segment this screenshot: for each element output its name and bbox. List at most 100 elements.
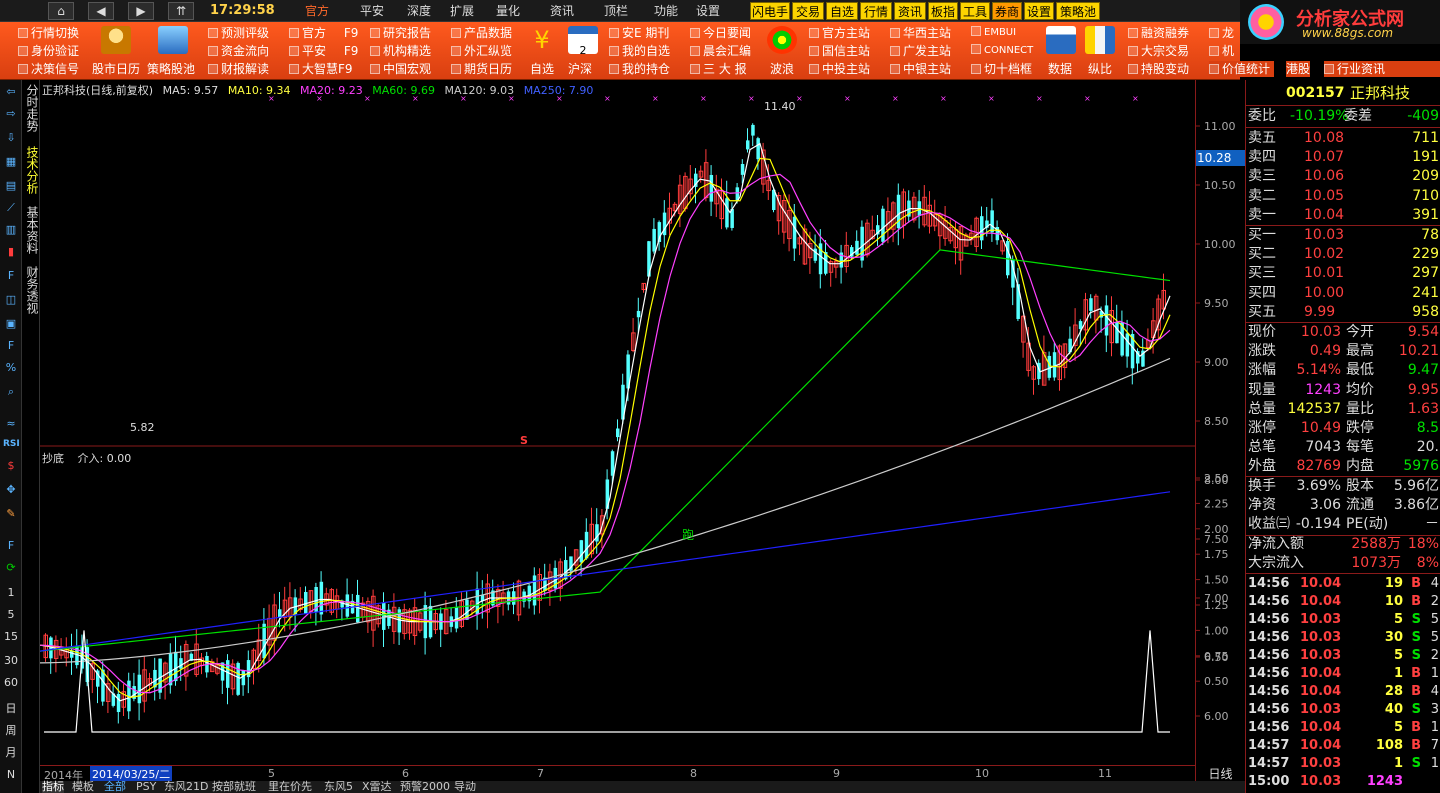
- tb-guoxinzhuzhan[interactable]: 国信主站: [809, 43, 870, 59]
- menu-kuozhan[interactable]: 扩展: [450, 3, 474, 19]
- menu-gongneng[interactable]: 功能: [654, 3, 678, 19]
- tb-caibaojiedu[interactable]: 财报解读: [208, 61, 269, 77]
- table-icon[interactable]: ▤: [3, 178, 19, 194]
- tb-guanfangzhuzhan[interactable]: 官方主站: [809, 25, 870, 41]
- tb-huaxizhuzhan[interactable]: 华西主站: [890, 25, 951, 41]
- menu-shezhi[interactable]: 设置: [696, 3, 720, 19]
- candle-icon[interactable]: ▥: [3, 222, 19, 238]
- tb-yanjiubaogao[interactable]: 研究报告: [370, 25, 431, 41]
- tb-long[interactable]: 龙: [1209, 25, 1234, 41]
- fib-icon[interactable]: F: [3, 268, 19, 284]
- tb-hangqingqiehuan[interactable]: 行情切换: [18, 25, 79, 41]
- f5-icon[interactable]: F: [3, 538, 19, 554]
- refresh-icon[interactable]: ⟳: [3, 560, 19, 576]
- tab-lizaijiaxian[interactable]: 里在价先: [268, 781, 312, 793]
- quick-shandianshou[interactable]: 闪电手: [750, 2, 790, 20]
- arrow-left-icon[interactable]: ⇦: [3, 84, 19, 100]
- tb-wodechicang[interactable]: 我的持仓: [609, 61, 670, 77]
- fibonacci-icon[interactable]: F: [3, 338, 19, 354]
- tb-sandabao[interactable]: 三 大 报: [690, 61, 747, 77]
- tb-shenfenyanzheng[interactable]: 身份验证: [18, 43, 79, 59]
- tb-wodezixuan[interactable]: 我的自选: [609, 43, 670, 59]
- tb-anEqikan[interactable]: 安E 期刊: [609, 25, 669, 41]
- quick-jiaoyi[interactable]: 交易: [792, 2, 824, 20]
- quick-banzhi[interactable]: 板指: [928, 2, 958, 20]
- tb-pingan[interactable]: 平安 F9: [289, 43, 358, 59]
- tb-rongzirongquan[interactable]: 融资融券: [1128, 25, 1189, 41]
- tb-embui[interactable]: EMBUI: [971, 25, 1016, 41]
- top-button[interactable]: ⇈: [168, 2, 194, 20]
- tab-psy[interactable]: PSY: [136, 781, 156, 793]
- period-n[interactable]: N: [0, 768, 22, 781]
- tab-jishufenxi[interactable]: 技术分析: [24, 146, 39, 194]
- move-icon[interactable]: ✥: [3, 482, 19, 498]
- tb-qieshidangkuang[interactable]: 切十档框: [971, 61, 1032, 77]
- tb-jigoujingxuan[interactable]: 机构精选: [370, 43, 431, 59]
- tb-shuju[interactable]: 数据: [1048, 61, 1072, 77]
- tb-jinriyaowen[interactable]: 今日要闻: [690, 25, 751, 41]
- tb-chanpinshuju[interactable]: 产品数据: [451, 25, 512, 41]
- tb-waihuizonglan[interactable]: 外汇纵览: [451, 43, 512, 59]
- quick-quanshang[interactable]: 券商: [992, 2, 1022, 20]
- tb-connect[interactable]: CONNECT: [971, 43, 1033, 59]
- tb-jiazhitongji[interactable]: 价值统计: [1209, 61, 1275, 77]
- period-30[interactable]: 30: [0, 654, 22, 667]
- tab-daodong[interactable]: 导动: [454, 781, 476, 793]
- forward-button[interactable]: ▶: [128, 2, 154, 20]
- quick-hangqing[interactable]: 行情: [860, 2, 892, 20]
- tab-yujing2000[interactable]: 预警2000: [400, 781, 450, 793]
- tb-celuegupool[interactable]: 策略股池: [147, 61, 195, 77]
- period-day[interactable]: 日: [0, 700, 22, 716]
- box-icon[interactable]: ◫: [3, 292, 19, 308]
- bar-chart-icon[interactable]: ▮: [3, 244, 19, 260]
- period-15[interactable]: 15: [0, 630, 22, 643]
- tb-chigubiandong[interactable]: 持股变动: [1128, 61, 1189, 77]
- menu-zixun[interactable]: 资讯: [550, 3, 574, 19]
- tb-bolang[interactable]: 波浪: [770, 61, 794, 77]
- quick-celuechi[interactable]: 策略池: [1056, 2, 1100, 20]
- tab-jibenziliao[interactable]: 基本资料: [24, 206, 39, 254]
- period-5[interactable]: 5: [0, 608, 22, 621]
- pencil-icon[interactable]: ✎: [3, 506, 19, 522]
- tb-qihuorili[interactable]: 期货日历: [451, 61, 512, 77]
- tb-dazongjiaoyi[interactable]: 大宗交易: [1128, 43, 1189, 59]
- tab-xleida[interactable]: X雷达: [362, 781, 392, 793]
- tb-guangfazhuzhan[interactable]: 广发主站: [890, 43, 951, 59]
- tb-zixuan[interactable]: 自选: [530, 61, 554, 77]
- dollar-icon[interactable]: $: [3, 458, 19, 474]
- tb-zhongtouzhuzhan[interactable]: 中投主站: [809, 61, 870, 77]
- tab-quanbu[interactable]: 全部: [104, 781, 126, 793]
- tab-fenshizoushi[interactable]: 分时走势: [24, 84, 39, 132]
- tb-juecexinhao[interactable]: 决策信号: [18, 61, 79, 77]
- arrow-right-icon[interactable]: ⇨: [3, 106, 19, 122]
- rsi-icon[interactable]: RSI: [3, 436, 20, 452]
- quick-gongju[interactable]: 工具: [960, 2, 990, 20]
- tb-zongbi[interactable]: 纵比: [1088, 61, 1112, 77]
- tb-zhongyinzhuzhan[interactable]: 中银主站: [890, 61, 951, 77]
- tb-ji[interactable]: 机: [1209, 43, 1234, 59]
- tab-dongfeng21d[interactable]: 东风21D: [164, 781, 208, 793]
- period-month[interactable]: 月: [0, 744, 22, 760]
- tb-gushirili[interactable]: 股市日历: [92, 61, 140, 77]
- menu-pingan[interactable]: 平安: [360, 3, 384, 19]
- tab-anbujiuban[interactable]: 按部就班: [212, 781, 256, 793]
- tb-hangyezixun[interactable]: 行业资讯: [1324, 61, 1440, 77]
- wave-line-icon[interactable]: ≈: [3, 416, 19, 432]
- tb-zijinliuxiang[interactable]: 资金流向: [208, 43, 269, 59]
- tab-dongfeng5[interactable]: 东风5: [324, 781, 353, 793]
- tb-chenhuihuibian[interactable]: 晨会汇编: [690, 43, 751, 59]
- tb-dazhihui[interactable]: 大智慧F9: [289, 61, 353, 77]
- kline-chart[interactable]: × × × × × × × × × × × × × × × × × × × 正邦科技(日线,前复权) MA5: 9.…: [39, 80, 1195, 770]
- period-60[interactable]: 60: [0, 676, 22, 689]
- menu-dinglan[interactable]: 顶栏: [604, 3, 628, 19]
- tb-ganggu[interactable]: 港股: [1286, 61, 1311, 77]
- back-button[interactable]: ◀: [88, 2, 114, 20]
- arrow-down-icon[interactable]: ⇩: [3, 130, 19, 146]
- quick-zixuan[interactable]: 自选: [826, 2, 858, 20]
- tab-muban[interactable]: 模板: [72, 781, 94, 793]
- tb-guanfang[interactable]: 官方 F9: [289, 25, 358, 41]
- square-icon[interactable]: ▣: [3, 316, 19, 332]
- quick-shezhi[interactable]: 设置: [1024, 2, 1054, 20]
- period-week[interactable]: 周: [0, 722, 22, 738]
- tab-caiwutoushi[interactable]: 财务透视: [24, 266, 39, 314]
